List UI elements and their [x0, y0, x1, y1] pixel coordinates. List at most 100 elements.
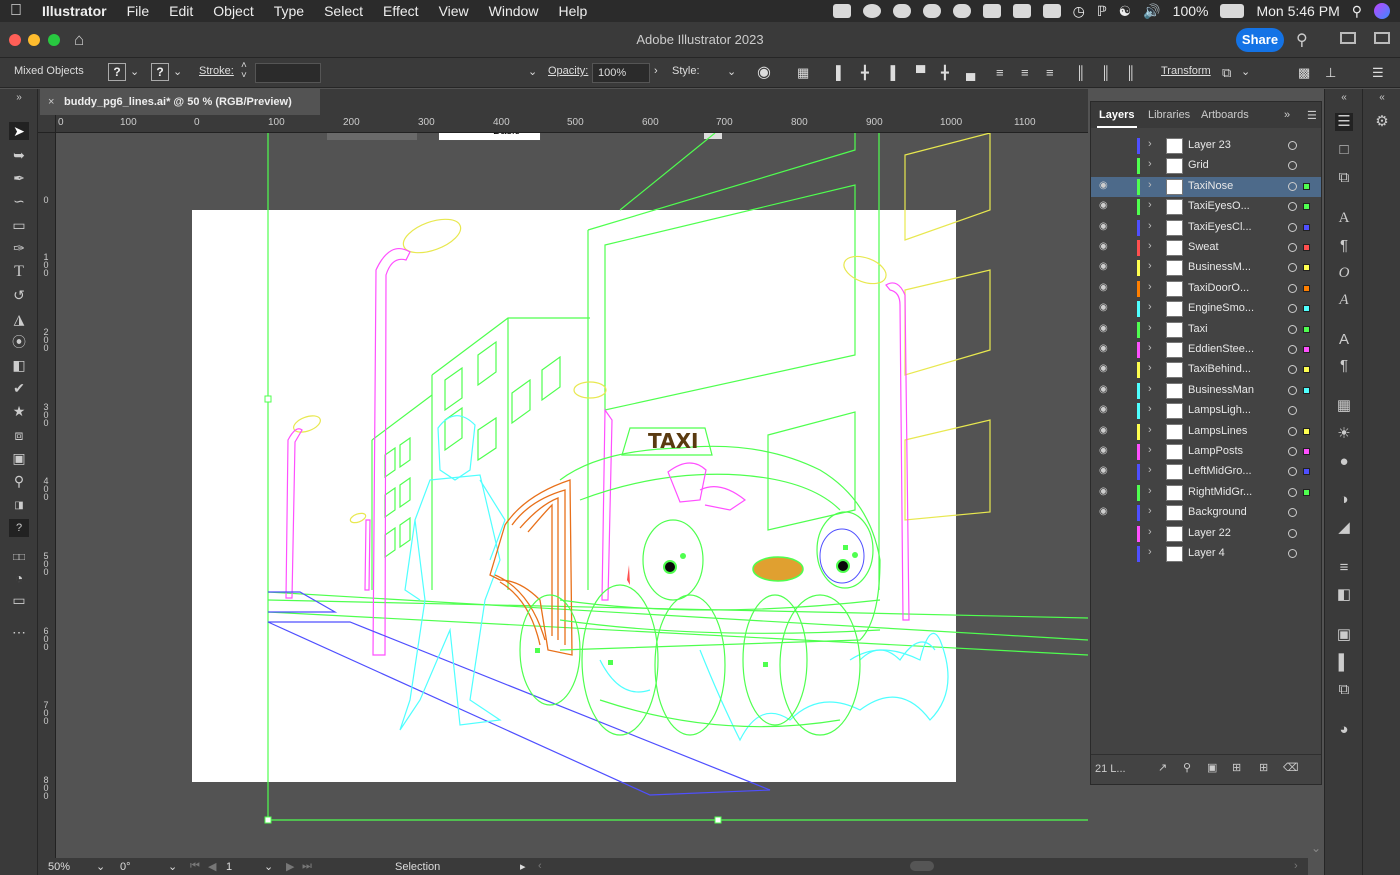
- cloud-icon[interactable]: [952, 4, 971, 18]
- swap-fill-stroke-icon[interactable]: ◨: [9, 497, 29, 515]
- target-circle-icon[interactable]: [1288, 243, 1297, 252]
- shape-builder-tool-icon[interactable]: ⧈: [9, 426, 29, 444]
- layers-icon[interactable]: ☰: [1335, 113, 1353, 131]
- layer-row[interactable]: ◉ › Sweat: [1091, 238, 1321, 258]
- layer-row[interactable]: ◉ › BusinessM...: [1091, 258, 1321, 278]
- creative-cloud-icon[interactable]: [832, 4, 851, 18]
- expand-chevron-icon[interactable]: ›: [1148, 546, 1152, 558]
- visibility-eye-icon[interactable]: ◉: [1099, 302, 1111, 316]
- layer-name[interactable]: Background: [1188, 506, 1247, 518]
- opacity-input[interactable]: 100%: [592, 63, 650, 83]
- layer-row[interactable]: ◉ › LampsLigh...: [1091, 401, 1321, 421]
- ruler-corner[interactable]: [38, 115, 56, 133]
- target-circle-icon[interactable]: [1288, 467, 1297, 477]
- chevron-down-icon[interactable]: ⌄: [168, 860, 177, 873]
- expand-chevron-icon[interactable]: ›: [1148, 383, 1152, 395]
- stroke-icon[interactable]: ≡: [1335, 559, 1353, 577]
- opacity-label[interactable]: Opacity:: [548, 65, 588, 77]
- collapse-panel-icon[interactable]: »: [1284, 109, 1290, 121]
- visibility-eye-icon[interactable]: [1099, 139, 1111, 153]
- target-circle-icon[interactable]: [1288, 508, 1297, 518]
- layer-row[interactable]: › Layer 4: [1091, 544, 1321, 564]
- menu-window[interactable]: Window: [479, 3, 549, 19]
- align-left-icon[interactable]: ▌: [836, 65, 845, 80]
- target-circle-icon[interactable]: [1288, 202, 1297, 212]
- first-artboard-icon[interactable]: ⏮: [190, 860, 200, 873]
- panel-menu-icon[interactable]: ☰: [1307, 109, 1317, 122]
- panel-collapse-icon[interactable]: »: [9, 89, 29, 107]
- layer-name[interactable]: Sweat: [1188, 241, 1219, 253]
- play-icon[interactable]: ▸: [520, 860, 526, 873]
- expand-chevron-icon[interactable]: ›: [1148, 505, 1152, 517]
- target-circle-icon[interactable]: [1288, 263, 1297, 273]
- visibility-eye-icon[interactable]: ◉: [1099, 282, 1111, 296]
- locate-object-icon[interactable]: ⚲: [1183, 761, 1191, 774]
- lasso-tool-icon[interactable]: ⦿: [9, 333, 29, 351]
- layer-row[interactable]: ◉ › TaxiNose: [1091, 176, 1321, 197]
- selection-handle[interactable]: [264, 816, 272, 824]
- character-styles-icon[interactable]: A: [1335, 331, 1353, 349]
- gradient-tool-icon[interactable]: ◧: [9, 356, 29, 374]
- siri-icon[interactable]: [1374, 3, 1390, 19]
- selection-indicator[interactable]: [1303, 448, 1310, 455]
- distribute-left-icon[interactable]: ║: [1076, 65, 1085, 80]
- properties-icon[interactable]: ⚙: [1373, 113, 1391, 131]
- visibility-eye-icon[interactable]: ◉: [1099, 200, 1111, 214]
- visibility-eye-icon[interactable]: [1099, 527, 1111, 541]
- expand-chevron-icon[interactable]: ›: [1148, 220, 1152, 232]
- selection-indicator[interactable]: [1303, 488, 1310, 496]
- target-circle-icon[interactable]: [1288, 345, 1297, 354]
- visibility-eye-icon[interactable]: ◉: [1099, 384, 1111, 398]
- stroke-label[interactable]: Stroke:: [199, 65, 234, 77]
- chevron-down-icon[interactable]: ⌄: [173, 65, 182, 78]
- new-layer-icon[interactable]: ⊞: [1259, 761, 1268, 774]
- expand-chevron-icon[interactable]: ›: [1148, 485, 1152, 497]
- layer-row[interactable]: ◉ › TaxiBehind...: [1091, 360, 1321, 380]
- graphic-styles-icon[interactable]: ◢: [1335, 519, 1353, 537]
- artboard-number[interactable]: 1: [226, 861, 232, 873]
- battery-icon[interactable]: [1220, 4, 1245, 18]
- selection-handle[interactable]: [714, 816, 722, 824]
- transform-icon[interactable]: ▣: [1335, 626, 1353, 644]
- clipping-mask-icon[interactable]: ▣: [1207, 761, 1217, 774]
- selection-indicator[interactable]: [1303, 203, 1310, 211]
- zoom-level[interactable]: 50%: [48, 861, 70, 873]
- target-circle-icon[interactable]: [1288, 426, 1297, 436]
- stroke-swatch[interactable]: ?: [151, 63, 169, 81]
- scroll-down-icon[interactable]: ⌄: [1311, 841, 1321, 855]
- layer-row[interactable]: ◉ › Taxi: [1091, 320, 1321, 340]
- edit-toolbar-icon[interactable]: ⋯: [9, 623, 29, 641]
- horizontal-ruler[interactable]: 0 100 0 100 200 300 400 500 600 700 800 …: [56, 115, 1088, 133]
- collapse-panels-icon[interactable]: «: [1335, 89, 1353, 107]
- target-circle-icon[interactable]: [1288, 283, 1297, 293]
- layer-name[interactable]: Taxi: [1188, 323, 1208, 335]
- layer-name[interactable]: LampsLines: [1188, 425, 1247, 437]
- selection-indicator[interactable]: [1303, 468, 1310, 476]
- target-circle-icon[interactable]: [1288, 161, 1297, 171]
- target-circle-icon[interactable]: [1288, 528, 1297, 538]
- visibility-eye-icon[interactable]: ◉: [1099, 180, 1111, 194]
- expand-chevron-icon[interactable]: ›: [1148, 240, 1152, 252]
- layer-name[interactable]: Layer 22: [1188, 527, 1231, 539]
- menu-view[interactable]: View: [429, 3, 479, 19]
- target-circle-icon[interactable]: [1288, 141, 1297, 150]
- artboard-tool-icon[interactable]: ▣: [9, 449, 29, 467]
- layer-name[interactable]: BusinessMan: [1188, 384, 1254, 396]
- next-artboard-icon[interactable]: ▶: [286, 860, 294, 873]
- visibility-eye-icon[interactable]: ◉: [1099, 363, 1111, 377]
- puppet-warp-tool-icon[interactable]: ★: [9, 402, 29, 420]
- last-artboard-icon[interactable]: ⏭: [302, 860, 312, 873]
- selection-indicator[interactable]: [1303, 427, 1310, 435]
- stroke-weight-input[interactable]: [255, 63, 321, 83]
- chevron-down-icon[interactable]: ⌄: [528, 65, 537, 78]
- share-button[interactable]: Share: [1236, 28, 1284, 52]
- layer-name[interactable]: TaxiNose: [1188, 180, 1233, 192]
- menu-file[interactable]: File: [117, 3, 160, 19]
- expand-chevron-icon[interactable]: ›: [1148, 138, 1152, 150]
- color-mode-icons[interactable]: □□: [9, 549, 29, 567]
- visibility-eye-icon[interactable]: ◉: [1099, 506, 1111, 520]
- color-guide-icon[interactable]: ◑: [1335, 491, 1353, 509]
- expand-chevron-icon[interactable]: ›: [1148, 158, 1152, 170]
- layer-row[interactable]: ◉ › LampsLines: [1091, 422, 1321, 442]
- layer-row[interactable]: ◉ › EngineSmo...: [1091, 299, 1321, 319]
